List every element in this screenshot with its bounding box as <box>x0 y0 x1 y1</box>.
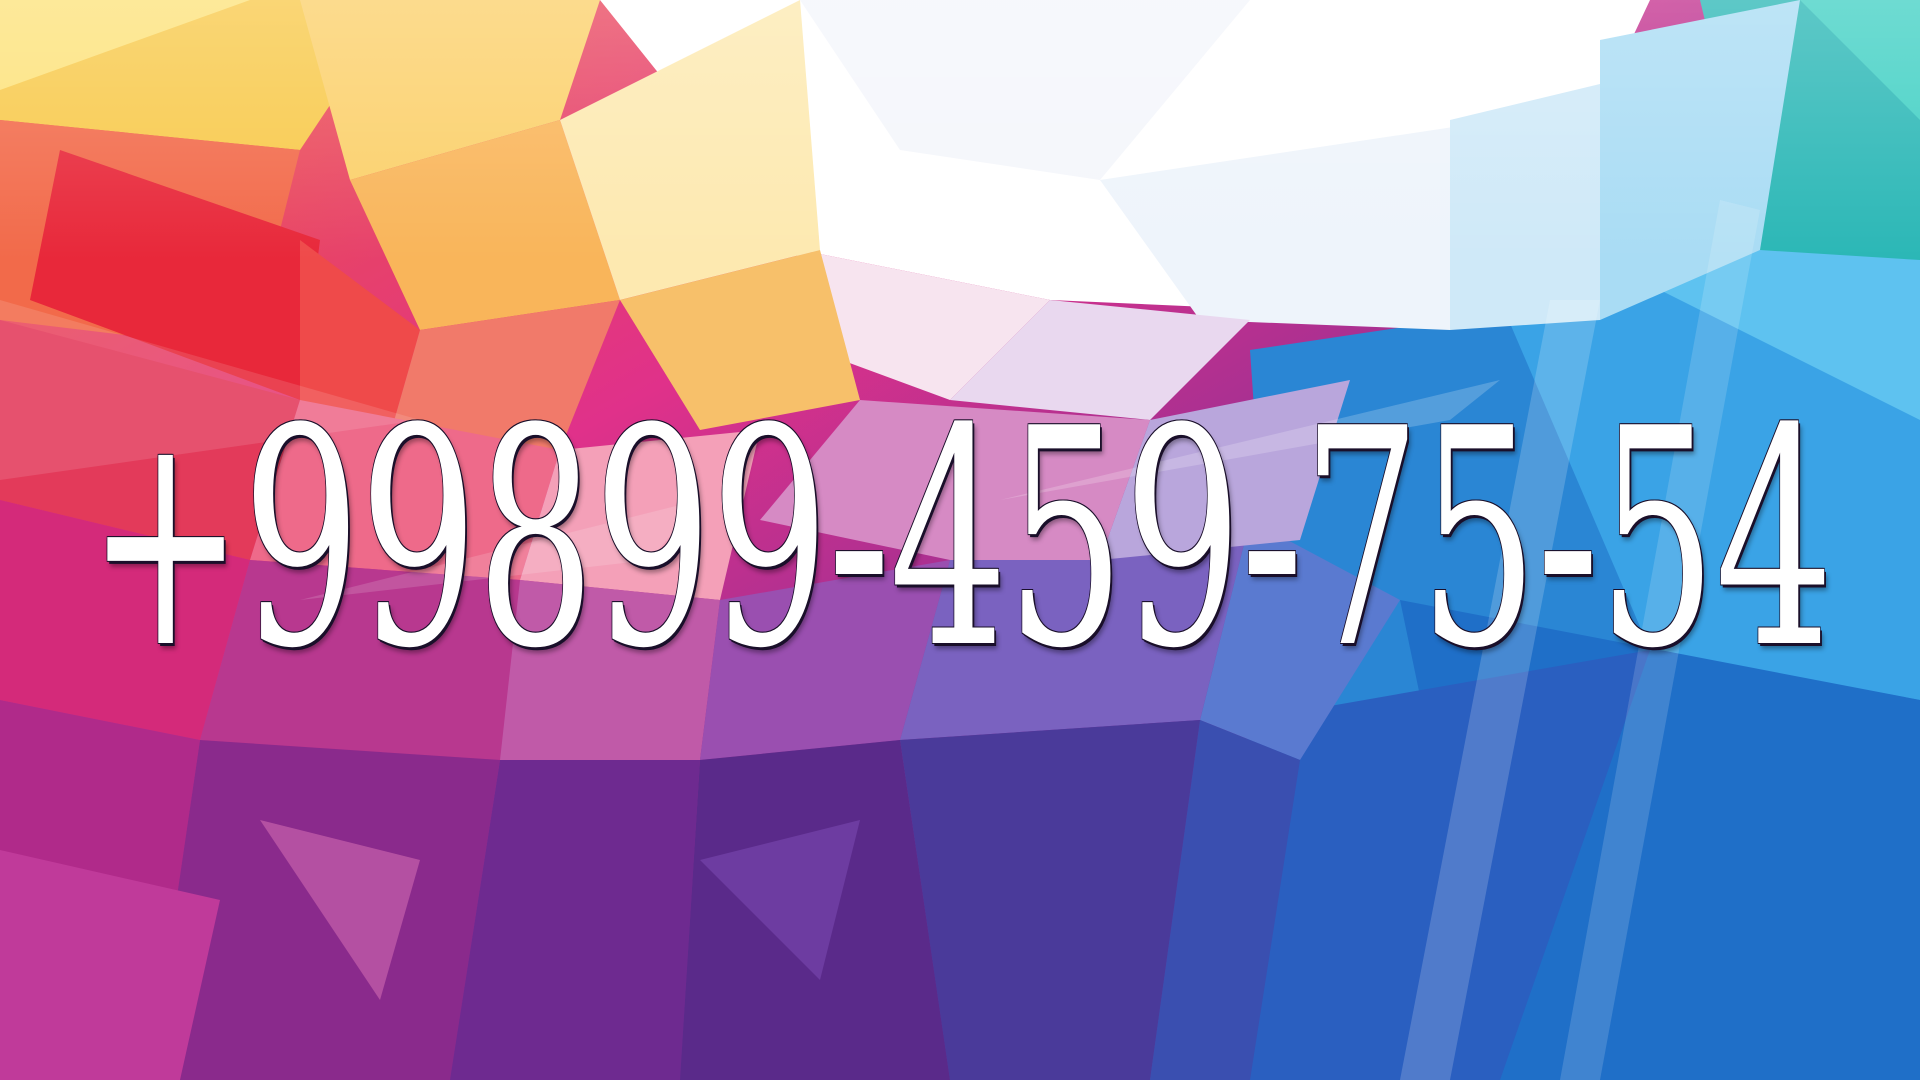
phone-number-container: +99899-459-75-54 <box>0 390 1920 690</box>
phone-number-text: +99899-459-75-54 <box>87 365 1834 714</box>
banner-canvas: +99899-459-75-54 <box>0 0 1920 1080</box>
